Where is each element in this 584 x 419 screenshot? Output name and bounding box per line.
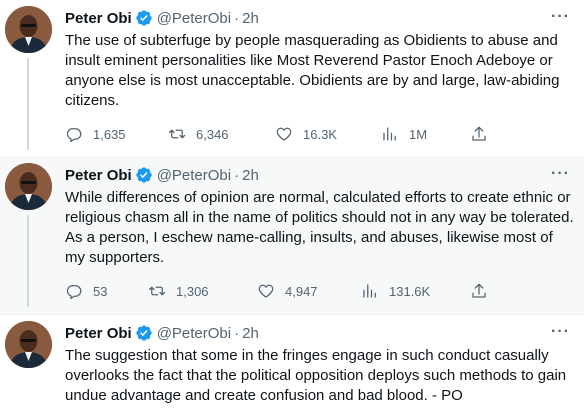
reply-button[interactable]: 53: [65, 281, 107, 301]
tweet-text: The suggestion that some in the fringes …: [65, 347, 567, 404]
reply-icon: [66, 285, 82, 300]
retweet-count: 1,306: [176, 283, 209, 299]
retweet-button[interactable]: 6,346: [168, 124, 229, 144]
author-handle[interactable]: @PeterObi: [157, 167, 231, 184]
like-button[interactable]: 16.3K: [275, 124, 337, 144]
avatar[interactable]: [5, 6, 52, 53]
retweet-count: 6,346: [196, 126, 229, 142]
views-icon: [383, 127, 396, 141]
tweet[interactable]: Peter Obi @PeterObi · 2h ··· The use of …: [0, 0, 584, 156]
reply-count: 1,635: [93, 126, 126, 142]
thread-connector: [27, 58, 29, 150]
author-handle[interactable]: @PeterObi: [157, 10, 231, 27]
views-button[interactable]: 131.6K: [361, 281, 430, 301]
timestamp[interactable]: 2h: [242, 10, 259, 27]
separator: ·: [234, 324, 240, 342]
action-bar: 1,635 6,346 16.3K 1M: [65, 124, 495, 144]
author-name[interactable]: Peter Obi: [65, 167, 132, 184]
like-count: 4,947: [285, 283, 318, 299]
avatar[interactable]: [5, 163, 52, 210]
like-count: 16.3K: [303, 126, 337, 142]
verified-badge-icon: [135, 9, 153, 27]
views-icon: [363, 284, 376, 298]
more-icon[interactable]: ···: [551, 165, 570, 183]
separator: ·: [234, 9, 240, 27]
retweet-icon: [168, 129, 186, 139]
share-button[interactable]: [470, 281, 488, 301]
more-icon[interactable]: ···: [551, 323, 570, 341]
separator: ·: [234, 166, 240, 184]
like-button[interactable]: 4,947: [257, 281, 318, 301]
tweet-header: Peter Obi @PeterObi · 2h: [65, 164, 572, 186]
view-count: 131.6K: [389, 283, 431, 299]
tweet-text: While differences of opinion are normal,…: [65, 189, 574, 266]
tweet-text: The use of subterfuge by people masquera…: [65, 32, 560, 109]
timestamp[interactable]: 2h: [242, 167, 259, 184]
tweet[interactable]: Peter Obi @PeterObi · 2h ··· While diffe…: [0, 156, 584, 315]
like-icon: [276, 127, 292, 141]
share-button[interactable]: [470, 124, 488, 144]
more-icon[interactable]: ···: [551, 8, 570, 26]
author-name[interactable]: Peter Obi: [65, 325, 132, 342]
share-icon: [472, 126, 486, 141]
retweet-icon: [148, 286, 166, 296]
retweet-button[interactable]: 1,306: [148, 281, 209, 301]
verified-badge-icon: [135, 166, 153, 184]
action-bar: 53 1,306 4,947 131.6K: [65, 281, 495, 301]
views-button[interactable]: 1M: [381, 124, 427, 144]
tweet-timeline: Peter Obi @PeterObi · 2h ··· The use of …: [0, 0, 584, 418]
avatar[interactable]: [5, 321, 52, 368]
thread-connector: [27, 215, 29, 307]
reply-icon: [66, 128, 82, 143]
verified-badge-icon: [135, 324, 153, 342]
tweet[interactable]: Peter Obi @PeterObi · 2h ··· The suggest…: [0, 314, 584, 419]
tweet-header: Peter Obi @PeterObi · 2h: [65, 7, 572, 29]
tweet-header: Peter Obi @PeterObi · 2h: [65, 322, 572, 344]
share-icon: [472, 283, 486, 298]
reply-count: 53: [93, 283, 108, 299]
view-count: 1M: [409, 126, 428, 142]
timestamp[interactable]: 2h: [242, 325, 259, 342]
author-name[interactable]: Peter Obi: [65, 10, 132, 27]
like-icon: [258, 284, 274, 298]
author-handle[interactable]: @PeterObi: [157, 325, 231, 342]
reply-button[interactable]: 1,635: [65, 124, 126, 144]
